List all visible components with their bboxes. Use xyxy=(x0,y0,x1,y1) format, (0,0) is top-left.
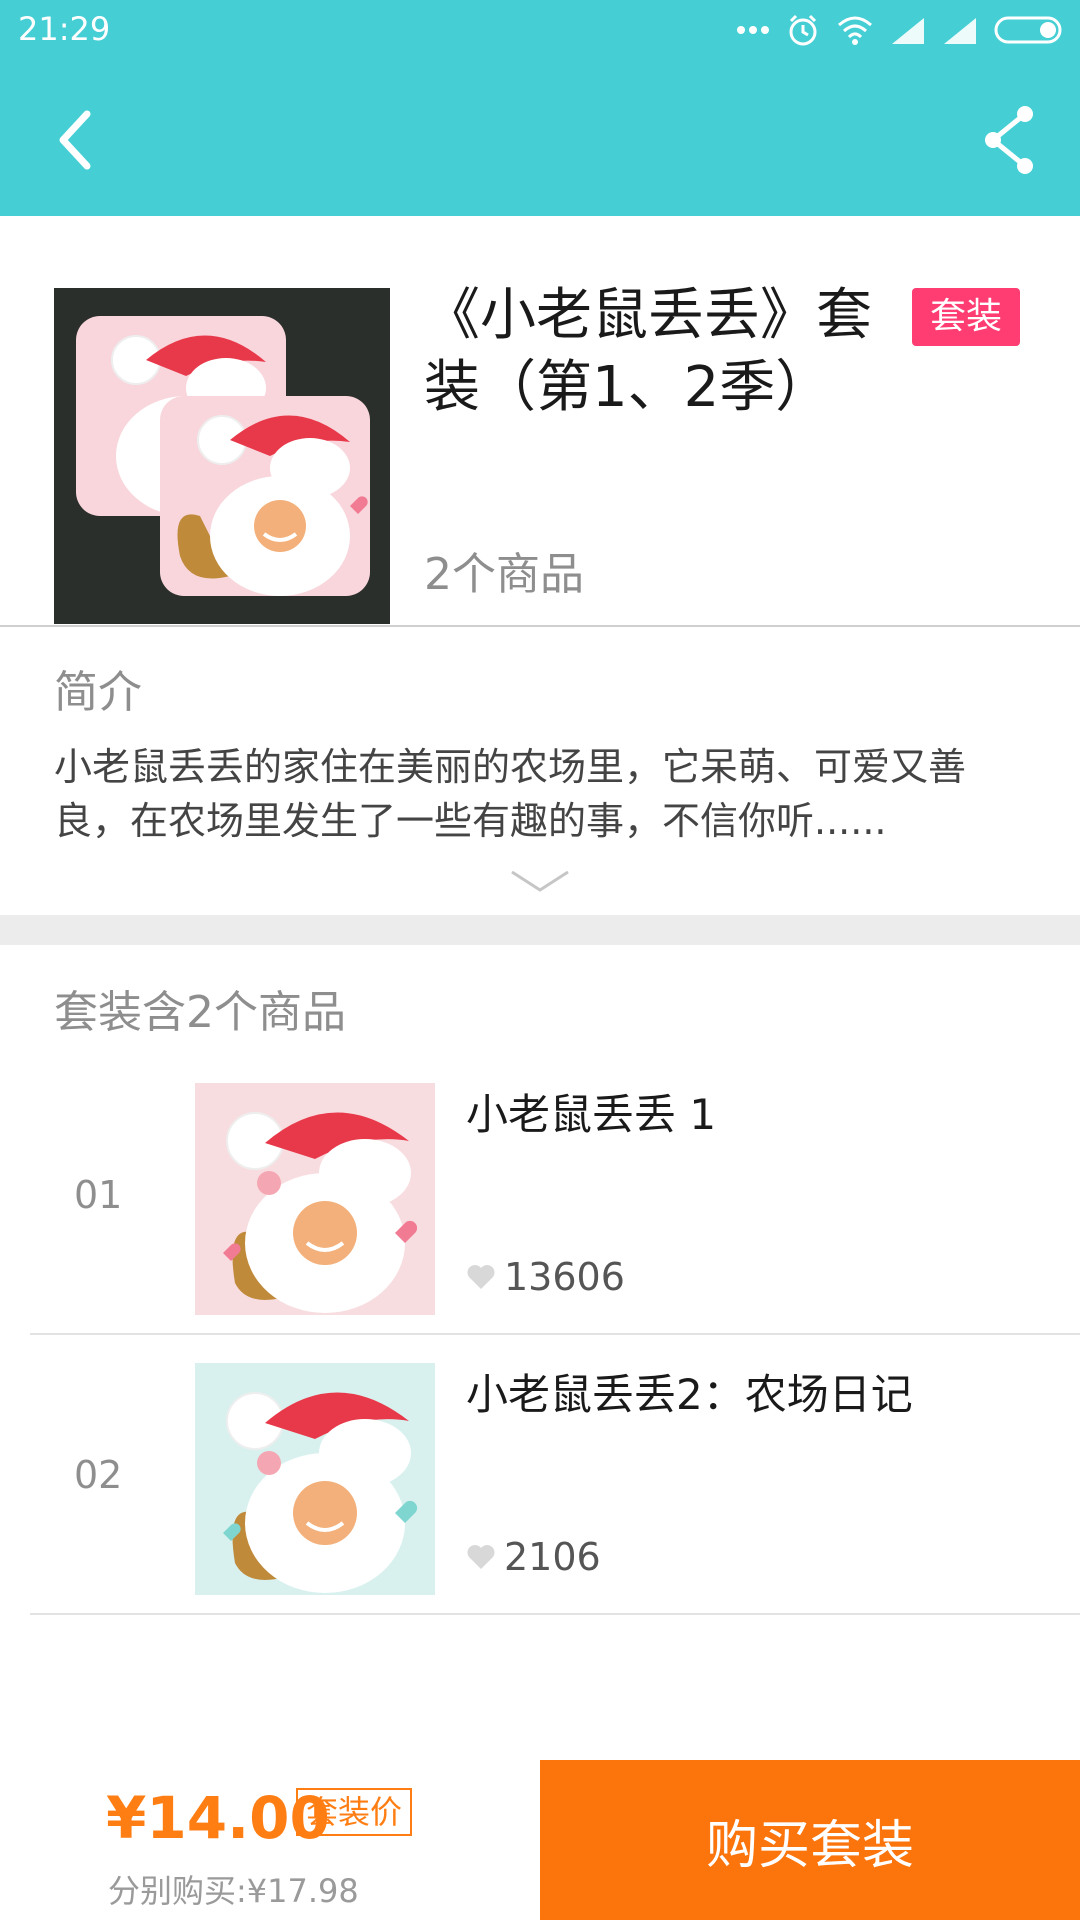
divider xyxy=(0,625,1080,627)
bundle-title: 《小老鼠丢丢》套装（第1、2季） xyxy=(424,283,872,420)
item-index: 01 xyxy=(74,1173,123,1217)
buy-bundle-button[interactable]: 购买套装 xyxy=(540,1760,1080,1920)
purchase-bar: ¥14.00 套装价 分别购买:¥17.98 购买套装 xyxy=(0,1760,1080,1920)
bundle-contents-label: 套装含2个商品 xyxy=(54,987,346,1038)
item-title: 小老鼠丢丢 1 xyxy=(466,1090,717,1139)
bundle-badge: 套装 xyxy=(912,288,1020,346)
likes-count: 13606 xyxy=(504,1255,625,1299)
separate-purchase-price: 分别购买:¥17.98 xyxy=(108,1872,359,1910)
intro-label: 简介 xyxy=(54,667,142,718)
item-likes: 2106 xyxy=(466,1535,601,1579)
heart-icon xyxy=(467,1265,495,1289)
item-count: 2个商品 xyxy=(424,549,584,600)
list-item[interactable]: 01 小老鼠丢丢 1 13606 xyxy=(30,1055,1080,1335)
status-bar: 21:29 xyxy=(0,0,1080,60)
bundle-price-tag: 套装价 xyxy=(296,1788,413,1836)
page: 21:29 《小老鼠丢丢》套装（第1、2季） 套装 2个商品 简介 小老鼠丢丢的… xyxy=(0,0,1080,1920)
likes-count: 2106 xyxy=(504,1535,601,1579)
item-title: 小老鼠丢丢2：农场日记 xyxy=(466,1370,913,1419)
product-summary: 《小老鼠丢丢》套装（第1、2季） 套装 2个商品 xyxy=(0,216,1080,626)
expand-chevron-icon[interactable] xyxy=(508,866,572,896)
status-icons xyxy=(736,10,1066,50)
item-likes: 13606 xyxy=(466,1255,625,1299)
battery-icon xyxy=(994,16,1062,44)
more-dots-icon xyxy=(737,26,769,34)
signal-icon xyxy=(892,18,924,44)
chevron-left-icon xyxy=(59,110,91,170)
wifi-icon xyxy=(838,16,872,45)
back-button[interactable] xyxy=(40,100,110,180)
share-button[interactable] xyxy=(974,100,1044,180)
section-separator xyxy=(0,915,1080,945)
list-item[interactable]: 02 小老鼠丢丢2：农场日记 2106 xyxy=(30,1335,1080,1615)
status-time: 21:29 xyxy=(18,10,111,48)
alarm-icon xyxy=(789,14,817,46)
signal-icon-2 xyxy=(944,18,976,44)
bundle-cover-image xyxy=(54,288,390,624)
share-icon xyxy=(985,106,1033,174)
heart-icon xyxy=(467,1545,495,1569)
intro-text: 小老鼠丢丢的家住在美丽的农场里，它呆萌、可爱又善良，在农场里发生了一些有趣的事，… xyxy=(54,745,967,843)
item-index: 02 xyxy=(74,1453,123,1497)
app-header: 21:29 xyxy=(0,0,1080,216)
item-thumbnail xyxy=(195,1363,435,1595)
item-thumbnail xyxy=(195,1083,435,1315)
